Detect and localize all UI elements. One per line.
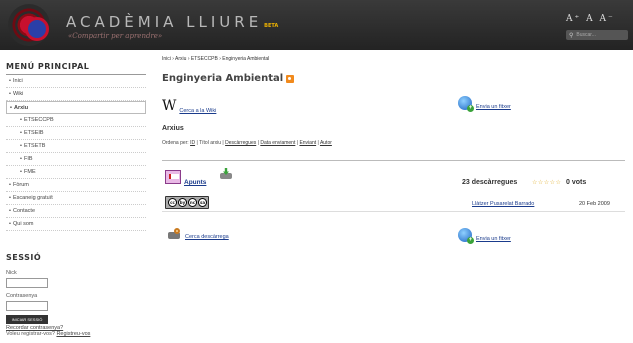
sort-bar: Ordena per: ID | Títol arxiu | Descàrreg… [162, 140, 332, 146]
session-block: SESSIÓ Nick Contrasenya INICIAR SESSIÓ R… [6, 247, 146, 337]
search-downloads[interactable]: Cerca descàrrega [168, 228, 229, 240]
wiki-search[interactable]: W Cerca a la Wiki [162, 98, 216, 114]
sort-by-id[interactable]: ID [190, 140, 195, 146]
register-prompt-text: Voleu registrar-vos? [6, 331, 55, 337]
sort-by-sender[interactable]: Enviant [299, 140, 316, 146]
wiki-search-link[interactable]: Cerca a la Wiki [179, 108, 216, 114]
upload-file[interactable]: + Envia un fitxer [458, 96, 511, 112]
sort-by-date[interactable]: Data enviament [260, 140, 295, 146]
font-size-tools[interactable]: A⁺ A A⁻ [566, 14, 615, 24]
wikipedia-icon: W [162, 98, 177, 114]
sidebar-item-label: Inici [13, 78, 23, 84]
sidebar-item-label: FIB [24, 156, 33, 162]
download-count: 23 descàrregues [462, 179, 518, 186]
main-content: Inici › Arxiu › ETSECCPB › Enginyeria Am… [162, 56, 627, 244]
sidebar-item-wiki[interactable]: • Wiki [6, 88, 146, 101]
site-name-text: ACADÈMIA LLIURE [66, 13, 263, 31]
plus-icon: + [467, 237, 474, 244]
password-label: Contrasenya [6, 293, 38, 299]
session-title: SESSIÓ [6, 253, 42, 262]
nc-icon: nc [188, 198, 197, 207]
file-entry: Apunts 23 descàrregues ☆☆☆☆☆ 0 vots cc b… [162, 160, 625, 212]
sidebar-item-forum[interactable]: • Fòrum [6, 179, 146, 192]
site-search[interactable]: ⚲ [566, 30, 628, 40]
author-link[interactable]: Llàtzer Pusarelat Barrado [472, 201, 534, 207]
sidebar-item-qui-som[interactable]: • Qui som [6, 218, 146, 231]
sidebar-item-label: ETSECCPB [24, 117, 54, 123]
rss-icon[interactable] [286, 74, 295, 83]
nick-label: Nick [6, 270, 17, 276]
login-button[interactable]: INICIAR SESSIÓ [6, 315, 48, 324]
sort-by-title[interactable]: Títol arxiu [199, 140, 221, 146]
sidebar-item-escaneig[interactable]: • Escaneig gratuït [6, 192, 146, 205]
nick-field[interactable] [6, 278, 48, 288]
sidebar-item-label: Arxiu [14, 105, 29, 111]
page-title-text: Enginyeria Ambiental [162, 73, 284, 84]
lens-shape [174, 228, 180, 234]
document-icon[interactable] [165, 170, 181, 184]
upload-file-link-bottom[interactable]: Envia un fitxer [476, 236, 511, 242]
plus-icon: + [467, 105, 474, 112]
sidebar-item-label: ETSETB [24, 143, 46, 149]
sidebar-item-inici[interactable]: • Inici [6, 75, 146, 88]
logo-inner-mark [25, 17, 49, 41]
sidebar-item-fme[interactable]: • FME [6, 166, 146, 179]
cc-icon: cc [168, 198, 177, 207]
sidebar-item-etseib[interactable]: • ETSEIB [6, 127, 146, 140]
search-icon: ⚲ [569, 32, 574, 39]
creative-commons-license-icon[interactable]: cc by nc sa [165, 196, 209, 209]
sidebar-item-label: Contacte [13, 208, 36, 214]
sidebar-item-label: Fòrum [13, 182, 29, 188]
beta-badge: BETA [264, 23, 279, 29]
search-downloads-link[interactable]: Cerca descàrrega [185, 234, 229, 240]
site-slogan: «Compartir per aprendre» [68, 32, 163, 40]
files-section-title: Arxius [162, 125, 184, 132]
download-icon[interactable] [218, 168, 234, 180]
globe-upload-icon: + [458, 96, 474, 112]
sidebar-item-label: Wiki [13, 91, 24, 97]
by-icon: by [178, 198, 187, 207]
site-header: ACADÈMIA LLIURE BETA «Compartir per apren… [0, 0, 633, 50]
site-name[interactable]: ACADÈMIA LLIURE BETA [66, 13, 278, 31]
globe-upload-icon: + [458, 228, 474, 244]
search-input[interactable] [576, 32, 625, 38]
sort-by-author[interactable]: Autor [320, 140, 332, 146]
sort-by-downloads[interactable]: Descàrregues [225, 140, 256, 146]
password-field[interactable] [6, 301, 48, 311]
breadcrumb[interactable]: Inici › Arxiu › ETSECCPB › Enginyeria Am… [162, 56, 627, 62]
sort-prefix: Ordena per: [162, 140, 189, 146]
sidebar-item-label: ETSEIB [24, 130, 44, 136]
upload-file-bottom[interactable]: + Envia un fitxer [458, 228, 511, 244]
page-title: Enginyeria Ambiental [162, 73, 627, 84]
search-download-icon [168, 228, 182, 240]
sidebar-item-etseccpb[interactable]: • ETSECCPB [6, 114, 146, 127]
sidebar-item-contacte[interactable]: • Contacte [6, 205, 146, 218]
register-link[interactable]: Registreu-vos [56, 331, 90, 337]
sidebar-item-label: FME [24, 169, 36, 175]
sidebar-item-label: Escaneig gratuït [13, 195, 53, 201]
sidebar: MENÚ PRINCIPAL • Inici • Wiki • Arxiu • ETSE… [6, 56, 146, 337]
site-logo[interactable] [8, 4, 50, 46]
file-title-link[interactable]: Apunts [184, 179, 206, 186]
vote-count: 0 vots [566, 179, 587, 186]
sidebar-item-arxiu[interactable]: • Arxiu [6, 101, 146, 114]
upload-file-link[interactable]: Envia un fitxer [476, 104, 511, 110]
sidebar-item-etsetb[interactable]: • ETSETB [6, 140, 146, 153]
sidebar-item-label: Qui som [13, 221, 34, 227]
upload-date: 20 Feb 2009 [579, 201, 610, 207]
rating-stars[interactable]: ☆☆☆☆☆ [532, 179, 561, 186]
sa-icon: sa [198, 198, 207, 207]
sidebar-item-fib[interactable]: • FIB [6, 153, 146, 166]
main-menu-title: MENÚ PRINCIPAL [6, 56, 146, 75]
register-prompt: Voleu registrar-vos? Registreu-vos [6, 331, 146, 337]
